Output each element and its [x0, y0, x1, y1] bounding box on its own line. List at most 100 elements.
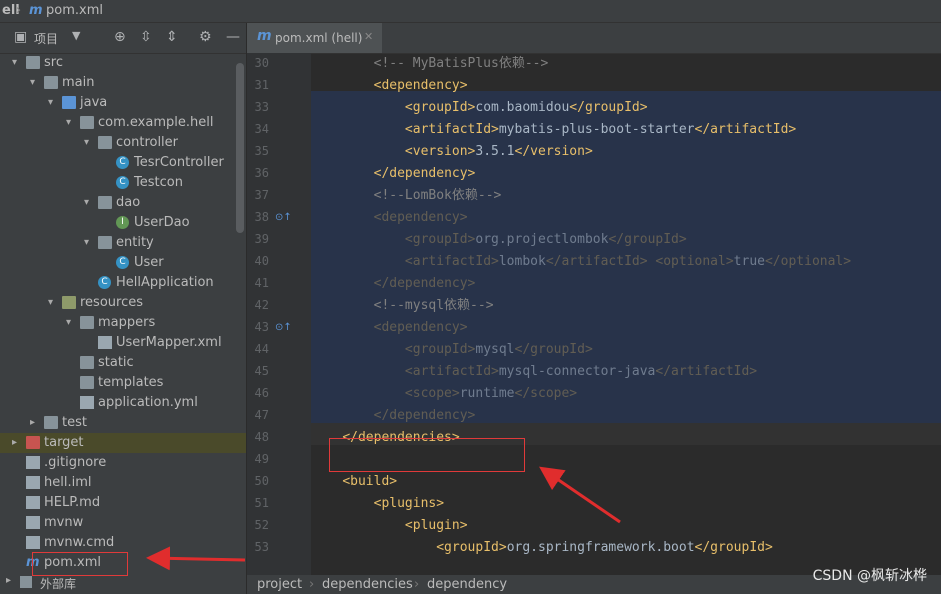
code-line: <dependency> — [373, 210, 468, 225]
external-libraries-label: 外部库 — [40, 577, 77, 591]
chevron-down-icon[interactable]: ▾ — [30, 73, 40, 93]
package-icon — [98, 136, 112, 149]
tree-item-label: mvnw.cmd — [44, 535, 115, 550]
tree-item-label: target — [44, 435, 84, 450]
tree-item[interactable]: ▸ test — [0, 413, 246, 433]
tree-item-label: UserMapper.xml — [116, 335, 222, 350]
code-editor[interactable]: <!-- MyBatisPlus依赖--> <dependency> <grou… — [311, 53, 941, 575]
tree-item[interactable]: ▸ target — [0, 433, 246, 453]
chevron-down-icon[interactable]: ▾ — [84, 233, 94, 253]
gear-icon[interactable]: ⚙ — [199, 29, 212, 45]
code-line: <!--LomBok依赖--> — [311, 188, 502, 203]
line-number: 52 — [254, 518, 269, 532]
tree-item[interactable]: I UserDao — [0, 213, 246, 233]
file-icon — [26, 536, 40, 549]
chevron-down-icon[interactable]: ▾ — [84, 133, 94, 153]
crumb-sep: › — [309, 577, 315, 592]
excluded-folder-icon — [26, 436, 40, 449]
editor-tabbar: m pom.xml (hell) ✕ — [247, 23, 941, 54]
tree-item-label: controller — [116, 135, 179, 150]
tree-item-label: java — [80, 95, 108, 110]
dropdown-icon[interactable]: ▼ — [72, 29, 80, 42]
file-icon — [26, 496, 40, 509]
code-line: <groupId>org.springframework.boot</group… — [436, 540, 773, 555]
line-number: 38 — [254, 210, 269, 224]
code-line: <plugins> — [373, 496, 445, 511]
tree-item[interactable]: C HellApplication — [0, 273, 246, 293]
expand-all-icon[interactable]: ⇳ — [140, 29, 152, 45]
folder-icon — [44, 76, 58, 89]
tree-item-label: dao — [116, 195, 141, 210]
tree-item[interactable]: hell.iml — [0, 473, 246, 493]
hide-panel-icon[interactable]: — — [226, 29, 240, 45]
tree-item-label: main — [62, 75, 95, 90]
tree-item[interactable]: UserMapper.xml — [0, 333, 246, 353]
tree-item[interactable]: ▾ com.example.hell — [0, 113, 246, 133]
crumb-project[interactable]: project — [257, 577, 302, 592]
tree-item[interactable]: ▾ dao — [0, 193, 246, 213]
chevron-down-icon[interactable]: ▾ — [12, 53, 22, 73]
tree-item-label: HELP.md — [44, 495, 101, 510]
folder-icon — [80, 376, 94, 389]
chevron-down-icon[interactable]: ▾ — [48, 93, 58, 113]
tree-item-label: src — [44, 55, 63, 70]
project-panel: ▣ 项目 ▼ ⊕ ⇳ ⇕ ⚙ — ▾ src ▾ main ▾ java ▾ com.exam… — [0, 23, 247, 594]
tree-item[interactable]: ▾ entity — [0, 233, 246, 253]
tree-item[interactable]: application.yml — [0, 393, 246, 413]
tree-item-label: com.example.hell — [98, 115, 214, 130]
tree-item[interactable]: ▾ java — [0, 93, 246, 113]
file-icon — [26, 476, 40, 489]
tree-item[interactable]: C Testcon — [0, 173, 246, 193]
dependency-marker-icon[interactable]: ⊙↑ — [275, 212, 292, 223]
tree-item-label: Testcon — [134, 175, 183, 190]
maven-icon: m — [29, 3, 43, 18]
line-number: 33 — [254, 100, 269, 114]
project-panel-title[interactable]: 项目 — [34, 30, 58, 47]
chevron-right-icon[interactable]: ▸ — [30, 413, 40, 433]
class-icon: C — [98, 276, 111, 289]
crumb-dependency[interactable]: dependency — [427, 577, 507, 592]
crumb-dependencies[interactable]: dependencies — [322, 577, 413, 592]
close-icon[interactable]: ✕ — [364, 30, 373, 43]
tree-item[interactable]: C TesrController — [0, 153, 246, 173]
chevron-down-icon[interactable]: ▾ — [48, 293, 58, 313]
tree-item[interactable]: static — [0, 353, 246, 373]
tree-item[interactable]: ▾ resources — [0, 293, 246, 313]
breadcrumb-file[interactable]: pom.xml — [46, 3, 103, 18]
tree-item[interactable]: .gitignore — [0, 453, 246, 473]
code-line: </dependency> — [373, 276, 476, 291]
project-panel-header: ▣ 项目 ▼ ⊕ ⇳ ⇕ ⚙ — — [0, 23, 246, 54]
external-libraries[interactable]: ▸ 外部库 — [0, 573, 246, 594]
tree-item[interactable]: templates — [0, 373, 246, 393]
project-view-icon: ▣ — [14, 29, 28, 45]
code-line: <plugin> — [404, 518, 468, 533]
tree-item[interactable]: HELP.md — [0, 493, 246, 513]
tree-item[interactable]: ▾ main — [0, 73, 246, 93]
highlight-box-pom — [32, 552, 128, 576]
tree-item-label: UserDao — [134, 215, 190, 230]
tree-item[interactable]: C User — [0, 253, 246, 273]
dependency-marker-icon[interactable]: ⊙↑ — [275, 322, 292, 333]
tree-item-label: application.yml — [98, 395, 198, 410]
tab-pom-xml[interactable]: m pom.xml (hell) ✕ — [247, 23, 382, 53]
tree-item[interactable]: ▾ src — [0, 53, 246, 73]
tree-item[interactable]: ▾ controller — [0, 133, 246, 153]
chevron-down-icon[interactable]: ▾ — [66, 313, 76, 333]
tree-item[interactable]: mvnw — [0, 513, 246, 533]
package-icon — [98, 196, 112, 209]
line-number: 41 — [254, 276, 269, 290]
chevron-down-icon[interactable]: ▾ — [84, 193, 94, 213]
tree-item[interactable]: mvnw.cmd — [0, 533, 246, 553]
code-line: <artifactId>lombok</artifactId> <optiona… — [404, 254, 852, 269]
file-icon — [98, 336, 112, 349]
chevron-right-icon[interactable]: ▸ — [12, 433, 22, 453]
tree-item-label: mvnw — [44, 515, 84, 530]
tree-scrollbar[interactable] — [236, 63, 244, 233]
file-icon — [80, 396, 94, 409]
tree-item-label: entity — [116, 235, 154, 250]
tree-item[interactable]: ▾ mappers — [0, 313, 246, 333]
locate-icon[interactable]: ⊕ — [114, 29, 126, 45]
line-number: 44 — [254, 342, 269, 356]
chevron-down-icon[interactable]: ▾ — [66, 113, 76, 133]
collapse-all-icon[interactable]: ⇕ — [166, 29, 178, 45]
